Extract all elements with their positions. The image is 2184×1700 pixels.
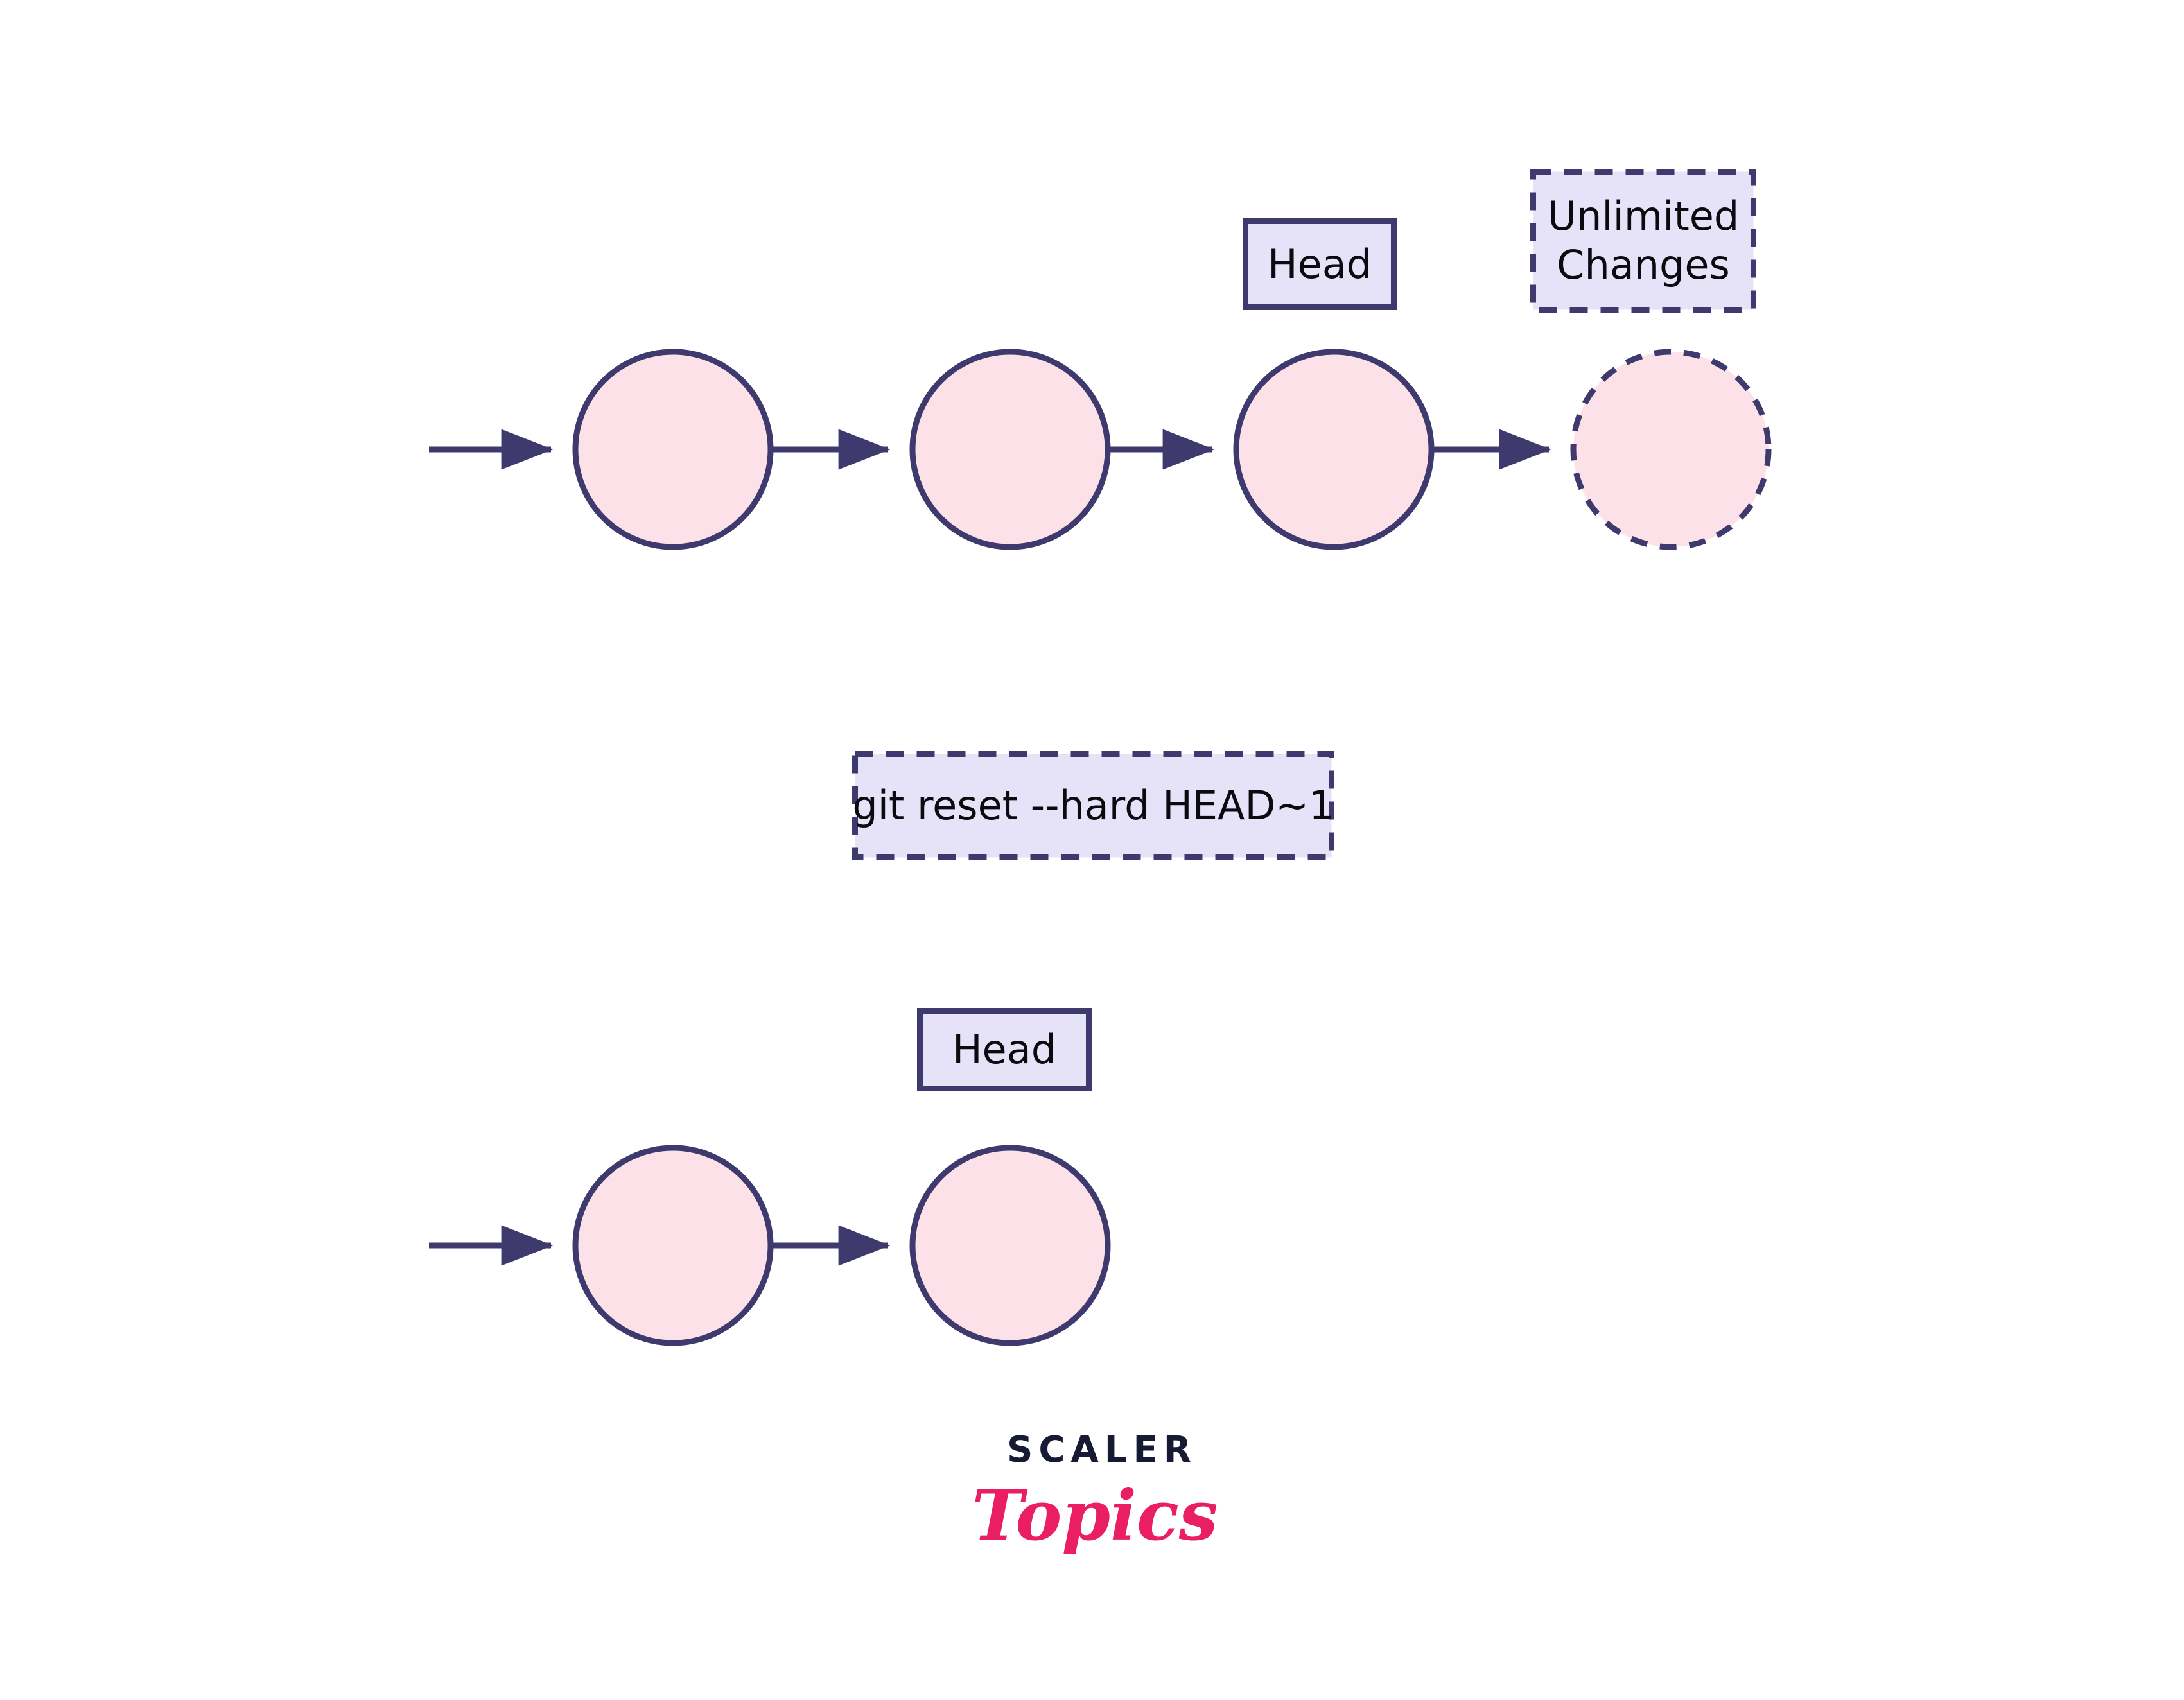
head-pointer-box-top[interactable]: [1243, 218, 1397, 310]
head-pointer-box-bottom[interactable]: [917, 1008, 1092, 1091]
commit-node-top-2[interactable]: [909, 349, 1111, 550]
scaler-topics-logo: SCALER: [983, 1430, 1214, 1559]
commit-node-top-4-pending[interactable]: [1570, 349, 1772, 550]
after-commit-chain: [429, 1008, 1111, 1346]
before-commit-chain: [429, 169, 1772, 550]
commit-node-top-1[interactable]: [572, 349, 774, 550]
git-command-box[interactable]: [852, 751, 1334, 860]
command-group: [852, 751, 1334, 860]
commit-node-bottom-1[interactable]: [572, 1145, 774, 1346]
commit-node-bottom-2-head[interactable]: [909, 1145, 1111, 1346]
scaler-wordmark: SCALER: [1007, 1429, 1197, 1471]
commit-node-top-3-head[interactable]: [1233, 349, 1435, 550]
unlimited-changes-box[interactable]: [1530, 169, 1756, 313]
